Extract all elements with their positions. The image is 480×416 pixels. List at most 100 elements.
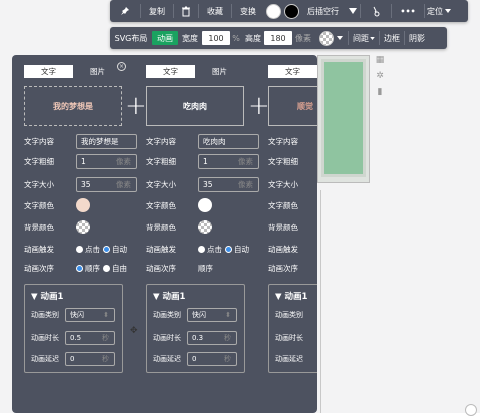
bg-color-swatch[interactable] xyxy=(76,220,90,234)
size-row: 文字大小 35 像素 xyxy=(146,176,266,192)
trigger-label: 动画触发 xyxy=(268,244,298,254)
anim-delay-unit: 秒 xyxy=(224,354,231,363)
text-preview[interactable]: 我的梦想是 xyxy=(24,86,122,126)
text-preview[interactable]: 吃肉肉 xyxy=(146,86,244,126)
background-color-picker[interactable] xyxy=(314,27,348,49)
gear-icon[interactable]: ✲ xyxy=(374,71,386,81)
anim-duration-input[interactable]: 0.3 秒 xyxy=(187,330,237,345)
bg-color-label: 背景颜色 xyxy=(146,222,176,232)
spacing-label: 间距 xyxy=(353,33,369,43)
insert-after-button[interactable]: 后插空行 xyxy=(300,0,346,22)
top-toolbar: 复制 收藏 变换 后插空行 ••• 定位 xyxy=(110,0,468,22)
content-label: 文字内容 xyxy=(268,136,298,146)
more-icon[interactable]: ••• xyxy=(392,0,424,22)
width-input[interactable]: 100 xyxy=(202,31,230,45)
canvas-preview-frame xyxy=(321,59,366,177)
bar-chart-icon[interactable]: ▮ xyxy=(374,87,386,97)
animation-group: ▼ 动画1 动画类别 快闪 ⬍ 动画时长 0.5 秒 动画延迟 0秒 xyxy=(24,284,123,373)
trash-icon[interactable] xyxy=(174,0,198,22)
size-input[interactable]: 35 像素 xyxy=(76,176,137,192)
order-row: 动画次序 顺序 自由 xyxy=(24,260,144,276)
layout-toolbar: SVG布局 动画 宽度 100 % 高度 180 像素 间距 边框 阴影 xyxy=(110,27,447,49)
tab-image[interactable]: 图片 xyxy=(73,65,122,78)
animation-button[interactable]: 动画 xyxy=(152,31,178,45)
swap-button[interactable]: 变换 xyxy=(232,0,264,22)
select-arrows-icon: ⬍ xyxy=(103,310,109,319)
height-unit: 像素 xyxy=(295,33,311,43)
order-seq-text[interactable]: 顺序 xyxy=(198,263,213,274)
tab-image[interactable]: 图片 xyxy=(195,65,244,78)
order-seq-radio[interactable]: 顺序 xyxy=(76,263,100,274)
weight-row: 文字粗细 1 像素 xyxy=(24,153,144,169)
bg-color-swatch[interactable] xyxy=(198,220,212,234)
trigger-auto-text: 自动 xyxy=(112,244,127,254)
content-label: 文字内容 xyxy=(24,136,54,146)
trigger-label: 动画触发 xyxy=(24,244,54,254)
text-preview[interactable]: 顺觉 xyxy=(268,86,317,126)
text-color-swatch[interactable] xyxy=(198,198,212,212)
close-icon[interactable]: × xyxy=(117,62,126,71)
black-color-swatch[interactable] xyxy=(282,0,300,22)
anim-delay-unit: 秒 xyxy=(102,354,109,363)
locate-button[interactable]: 定位 xyxy=(425,0,453,22)
anim-delay-input[interactable]: 0秒 xyxy=(187,351,237,366)
tab-text[interactable]: 文字 xyxy=(268,65,317,78)
brush-icon[interactable] xyxy=(361,0,391,22)
anim-type-select[interactable]: 快闪 ⬍ xyxy=(65,307,115,322)
text-color-swatch[interactable] xyxy=(76,198,90,212)
border-button[interactable]: 边框 xyxy=(380,27,404,49)
animation-title[interactable]: ▼ 动画1 xyxy=(31,290,63,302)
content-input[interactable]: 我的梦想是 xyxy=(76,133,137,149)
spacing-dropdown[interactable]: 间距 xyxy=(349,27,379,49)
tab-text[interactable]: 文字 xyxy=(146,65,195,78)
anim-delay-input[interactable]: 0秒 xyxy=(65,351,115,366)
text-color-row: 文字颜色 xyxy=(24,197,144,213)
move-cursor-icon: ✥ xyxy=(130,326,138,336)
order-seq-text: 顺序 xyxy=(85,263,100,273)
order-free-radio[interactable]: 自由 xyxy=(103,263,127,274)
anim-type-label: 动画类别 xyxy=(31,310,59,319)
animation-title[interactable]: ▼ 动画1 xyxy=(153,290,185,302)
trigger-auto-text: 自动 xyxy=(234,244,249,254)
size-row: 文字大小 35 像素 xyxy=(24,176,144,192)
weight-input[interactable]: 1 像素 xyxy=(76,153,137,169)
trigger-label: 动画触发 xyxy=(146,244,176,254)
size-unit: 像素 xyxy=(116,179,131,189)
size-input[interactable]: 35 像素 xyxy=(198,176,259,192)
divider-line xyxy=(320,190,321,413)
preview-text: 顺觉 xyxy=(297,101,313,111)
transparent-swatch xyxy=(319,30,334,46)
radio-icon xyxy=(76,245,83,253)
anim-delay-row: 动画延迟 0秒 xyxy=(31,351,121,366)
trigger-auto-radio[interactable]: 自动 xyxy=(225,244,249,255)
copy-button[interactable]: 复制 xyxy=(141,0,173,22)
text-color-label: 文字颜色 xyxy=(146,200,176,210)
anim-duration-input[interactable]: 0.5 秒 xyxy=(65,330,115,345)
anim-type-select[interactable]: 快闪 ⬍ xyxy=(187,307,237,322)
size-label: 文字大小 xyxy=(268,179,298,189)
corner-button[interactable] xyxy=(465,404,477,416)
trigger-click-radio[interactable]: 点击 xyxy=(198,244,222,255)
tab-text[interactable]: 文字 xyxy=(24,65,73,78)
trigger-auto-radio[interactable]: 自动 xyxy=(103,244,127,255)
content-input[interactable]: 吃肉肉 xyxy=(198,133,259,149)
weight-row: 文字粗细 xyxy=(268,153,317,169)
grid-icon[interactable]: ▦ xyxy=(374,55,386,65)
animation-group: ▼ 动画1 动画类别 动画时长 动画延迟 xyxy=(268,284,317,373)
weight-label: 文字粗细 xyxy=(146,156,176,166)
collect-button[interactable]: 收藏 xyxy=(199,0,231,22)
white-color-swatch[interactable] xyxy=(264,0,282,22)
tab-bar: 文字 图片 × xyxy=(24,62,126,78)
height-input[interactable]: 180 xyxy=(264,31,292,45)
anim-duration-label: 动画时长 xyxy=(275,333,303,342)
pin-icon[interactable] xyxy=(110,0,140,22)
anim-type-label: 动画类别 xyxy=(153,310,181,319)
dropdown-caret-icon[interactable] xyxy=(346,0,360,22)
select-arrows-icon: ⬍ xyxy=(225,310,231,319)
shadow-button[interactable]: 阴影 xyxy=(405,27,429,49)
weight-input[interactable]: 1 像素 xyxy=(198,153,259,169)
tab-bar: 文字 图片 xyxy=(146,65,244,78)
animation-title[interactable]: ▼ 动画1 xyxy=(275,290,307,302)
trigger-click-radio[interactable]: 点击 xyxy=(76,244,100,255)
text-column-2: 文字 图片 吃肉肉 文字内容 吃肉肉 文字粗细 1 像素 文字大小 35 像素 文字… xyxy=(134,55,259,413)
